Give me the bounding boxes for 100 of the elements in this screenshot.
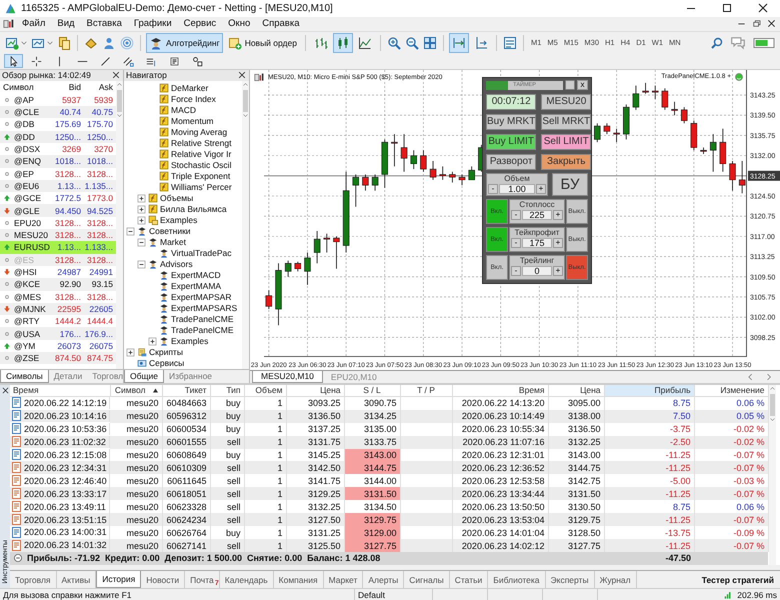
scrollbar-thumb[interactable] bbox=[117, 90, 122, 112]
scrollbar-thumb[interactable] bbox=[243, 90, 248, 112]
symbol-row[interactable]: @USA 176... 176.9... bbox=[0, 327, 116, 340]
column-header[interactable]: T / P bbox=[400, 384, 452, 396]
minimize-box-icon[interactable] bbox=[565, 80, 575, 90]
symbol-row[interactable]: @HSI 24987 24991 bbox=[0, 266, 116, 278]
symbol-row[interactable]: @DSX 3269 3270 bbox=[0, 142, 116, 156]
tree-item[interactable]: Объемы bbox=[160, 193, 194, 204]
increment-button[interactable]: + bbox=[553, 238, 563, 248]
tree-item[interactable]: Сервисы bbox=[149, 358, 184, 368]
chat-icon[interactable] bbox=[730, 34, 746, 51]
tree-item[interactable]: Momentum bbox=[171, 116, 214, 126]
tree-item[interactable]: Examples bbox=[160, 215, 198, 226]
expander-icon[interactable] bbox=[126, 348, 135, 357]
templates-icon[interactable] bbox=[57, 36, 71, 50]
symbol-row[interactable]: @EP 3128... 3128... bbox=[0, 168, 116, 180]
tree-item[interactable]: Relative Vigor Ir bbox=[171, 149, 232, 160]
zoom-out-icon[interactable] bbox=[404, 36, 419, 50]
tree-item[interactable]: ExpertMACD bbox=[171, 270, 221, 280]
expander-icon[interactable] bbox=[137, 260, 146, 269]
tree-item[interactable]: ExpertMAPSARS bbox=[171, 303, 238, 314]
column-header[interactable]: Bid bbox=[51, 82, 82, 92]
decrement-button[interactable]: - bbox=[511, 238, 521, 248]
tree-item[interactable]: Moving Averag bbox=[171, 127, 228, 138]
cursor-tool-button[interactable] bbox=[4, 54, 23, 68]
expander-icon[interactable] bbox=[126, 226, 135, 236]
panel-tab[interactable]: Символы bbox=[0, 370, 49, 383]
indicators-list-icon[interactable] bbox=[502, 36, 517, 50]
symbol-button[interactable]: MESU20 bbox=[541, 94, 592, 110]
chart-shift-button[interactable] bbox=[448, 32, 469, 53]
tree-item[interactable]: Williams' Percer bbox=[171, 182, 232, 192]
close-icon[interactable] bbox=[111, 70, 121, 80]
close-icon[interactable] bbox=[766, 18, 777, 30]
scroll-down-icon[interactable] bbox=[116, 112, 123, 119]
tree-item[interactable]: TradePanelCME bbox=[171, 314, 234, 324]
symbol-row[interactable]: @GCE 1772.5 1773.0 bbox=[0, 192, 116, 204]
menu-item[interactable]: Вставка bbox=[82, 18, 127, 30]
order-button[interactable]: Buy MRKT bbox=[486, 114, 536, 130]
coins-icon[interactable] bbox=[84, 36, 98, 50]
decrement-button[interactable]: - bbox=[511, 210, 521, 220]
tile-windows-icon[interactable] bbox=[422, 36, 437, 50]
tree-item[interactable]: Examples bbox=[171, 336, 208, 346]
order-button[interactable]: Разворот bbox=[486, 154, 536, 170]
column-header[interactable]: Символ bbox=[110, 384, 162, 396]
decrement-button[interactable]: - bbox=[488, 184, 498, 194]
buy-limit-button[interactable]: Buy LIMIT bbox=[486, 134, 536, 150]
scrollbar[interactable] bbox=[242, 80, 249, 369]
symbol-row[interactable]: EURUSD 1.13... 1.133... bbox=[0, 241, 116, 254]
close-button[interactable]: x bbox=[577, 80, 588, 90]
symbol-row[interactable]: @KCE 92.90 93.15 bbox=[0, 278, 116, 290]
symbol-row[interactable]: @ENQ 1018... 1018... bbox=[0, 155, 116, 168]
tree-item[interactable]: MACD bbox=[171, 105, 196, 116]
panel-tab[interactable]: Избранное bbox=[164, 370, 218, 383]
column-header[interactable]: Тикет bbox=[162, 384, 210, 396]
column-header[interactable]: S / L bbox=[344, 384, 400, 396]
increment-button[interactable]: + bbox=[553, 266, 563, 276]
symbol-row[interactable]: EPU20 3128... 3128... bbox=[0, 216, 116, 230]
close-position-button[interactable]: Закрыть bbox=[541, 154, 592, 170]
symbol-row[interactable]: @MJNK 22595 22605 bbox=[0, 302, 116, 316]
menu-item[interactable]: Справка bbox=[257, 18, 305, 30]
expander-icon[interactable] bbox=[137, 204, 146, 214]
column-header[interactable]: Цена bbox=[286, 384, 344, 396]
scroll-up-icon[interactable] bbox=[768, 384, 776, 392]
expander-icon[interactable] bbox=[137, 216, 146, 225]
scrollbar[interactable] bbox=[116, 80, 123, 369]
symbol-row[interactable]: @DB 175.69 175.70 bbox=[0, 118, 116, 131]
expander-icon[interactable] bbox=[137, 238, 146, 247]
candlestick-chart-button[interactable] bbox=[332, 32, 353, 53]
algo-trading-button[interactable]: Алготрейдинг bbox=[146, 32, 223, 53]
tree-item[interactable]: Market bbox=[160, 237, 186, 248]
scroll-down-icon[interactable] bbox=[768, 416, 776, 423]
scroll-down-icon[interactable] bbox=[242, 112, 249, 119]
tree-item[interactable]: Скрипты bbox=[149, 347, 183, 358]
search-icon[interactable] bbox=[710, 36, 724, 50]
expander-icon[interactable] bbox=[148, 336, 157, 346]
zoom-in-icon[interactable] bbox=[386, 36, 401, 50]
value-field[interactable]: 225 bbox=[522, 210, 552, 220]
value-field[interactable]: 1.00 bbox=[499, 184, 535, 194]
column-header[interactable]: Ask bbox=[82, 82, 114, 92]
panel-tab[interactable]: Общие bbox=[124, 370, 164, 383]
symbol-row[interactable]: @DD 1250... 1250... bbox=[0, 130, 116, 143]
column-header[interactable]: Изменение bbox=[694, 384, 768, 396]
increment-button[interactable]: + bbox=[553, 210, 563, 220]
column-header[interactable]: Время bbox=[10, 384, 110, 396]
column-header[interactable]: Цена bbox=[548, 384, 604, 396]
panel-tab[interactable]: Детали bbox=[48, 370, 88, 383]
symbol-row[interactable]: @AP 5937 5939 bbox=[0, 94, 116, 106]
breakeven-button[interactable]: БУ bbox=[552, 172, 588, 196]
tree-item[interactable]: Stochastic Oscil bbox=[171, 160, 232, 170]
tree-item[interactable]: Advisors bbox=[160, 259, 193, 270]
person-icon[interactable] bbox=[102, 36, 116, 50]
scrollbar-thumb[interactable] bbox=[770, 394, 774, 416]
symbol-row[interactable]: @MES 3128... 3128... bbox=[0, 290, 116, 303]
strategy-tester-tab[interactable]: Тестер стратегий bbox=[696, 571, 780, 588]
restore-icon[interactable] bbox=[751, 18, 762, 30]
tree-item[interactable]: Force Index bbox=[171, 94, 216, 104]
scroll-up-icon[interactable] bbox=[116, 80, 123, 88]
value-field[interactable]: 175 bbox=[522, 238, 552, 248]
column-header[interactable]: Время bbox=[452, 384, 548, 396]
tree-item[interactable]: DeMarker bbox=[171, 83, 208, 94]
